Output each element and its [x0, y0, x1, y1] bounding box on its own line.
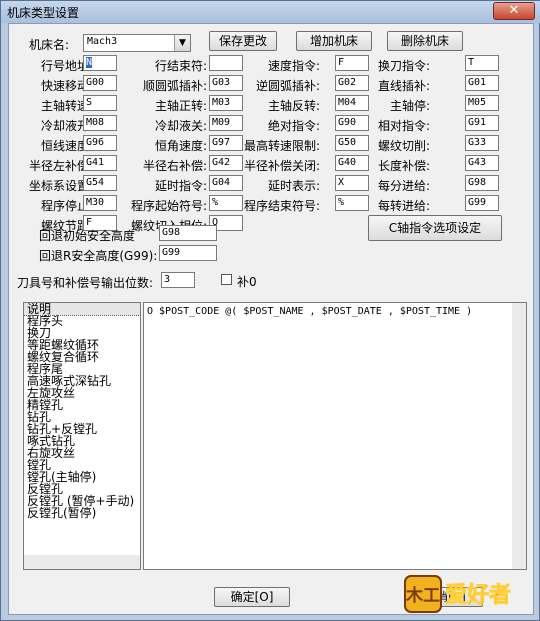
command-field[interactable]: G99	[465, 195, 499, 211]
delete-machine-button[interactable]: 删除机床	[387, 31, 463, 51]
forum-logo-graphic: 木工 爱好者	[404, 575, 511, 613]
return-initial-height-field[interactable]: G98	[159, 225, 217, 241]
command-field[interactable]: G42	[209, 155, 243, 171]
field-label: 行结束符:	[154, 59, 207, 73]
dialog-body: 机床名: Mach3 ▼ 保存更改 增加机床 删除机床 行号地址: N 行结束符: 速…	[8, 23, 534, 615]
tool-digits-label: 刀具号和补偿号输出位数:	[17, 276, 154, 290]
field-label: 速度指令:	[267, 59, 320, 73]
title-bar: 机床类型设置 ✕	[1, 1, 540, 23]
field-label: 长度补偿:	[377, 159, 430, 173]
return-r-height-field[interactable]: G99	[159, 245, 217, 261]
list-item[interactable]: 反镗孔(暂停)	[24, 507, 140, 519]
command-field[interactable]: S	[83, 95, 117, 111]
pad-zero-label: 补0	[237, 275, 257, 289]
command-field[interactable]: G01	[465, 75, 499, 91]
command-field[interactable]: G97	[209, 135, 243, 151]
command-field[interactable]: G43	[465, 155, 499, 171]
ok-button[interactable]: 确定[O]	[214, 587, 290, 607]
field-label: 直线插补:	[377, 79, 430, 93]
command-field[interactable]: %	[209, 195, 243, 211]
field-label: 主轴反转:	[267, 99, 320, 113]
command-field[interactable]: X	[335, 175, 369, 191]
chevron-down-icon[interactable]: ▼	[174, 35, 190, 51]
field-label: 主轴停:	[389, 99, 430, 113]
field-label: 延时表示:	[267, 179, 320, 193]
command-field[interactable]: G40	[335, 155, 369, 171]
logo-text: 爱好者	[445, 582, 511, 608]
return-r-height-label: 回退R安全高度(G99):	[39, 249, 158, 263]
return-initial-height-label: 回退初始安全高度	[39, 229, 136, 243]
save-changes-button[interactable]: 保存更改	[209, 31, 277, 51]
pad-zero-checkbox[interactable]	[221, 274, 232, 285]
field-label: 每分进给:	[377, 179, 430, 193]
command-field[interactable]: G02	[335, 75, 369, 91]
window-title: 机床类型设置	[7, 6, 80, 20]
horizontal-scrollbar[interactable]	[24, 555, 140, 569]
command-field[interactable]: G03	[209, 75, 243, 91]
field-label: 冷却液关:	[154, 119, 207, 133]
field-label: 换刀指令:	[377, 59, 430, 73]
command-field[interactable]: G50	[335, 135, 369, 151]
field-label: 顺圆弧插补:	[142, 79, 207, 93]
machine-name-select[interactable]: Mach3 ▼	[83, 34, 191, 52]
command-field[interactable]	[209, 55, 243, 71]
command-field[interactable]: M03	[209, 95, 243, 111]
field-label: 每转进给:	[377, 199, 430, 213]
command-field[interactable]: %	[335, 195, 369, 211]
machine-name-label: 机床名:	[29, 38, 70, 52]
close-button[interactable]: ✕	[493, 2, 535, 20]
section-list[interactable]: 说明 程序头 换刀 等距螺纹循环 螺纹复合循环 程序尾 高速啄式深钻孔 左旋攻丝 精镗孔 钻孔 钻孔…	[23, 302, 141, 570]
forum-logo: 木工 爱好者	[403, 568, 533, 618]
field-label: 程序结束符号:	[243, 199, 320, 213]
command-field[interactable]: M30	[83, 195, 117, 211]
command-field[interactable]: N	[83, 55, 117, 71]
dialog-window: 机床类型设置 ✕ 机床名: Mach3 ▼ 保存更改 增加机床 删除机床 行号地…	[0, 0, 540, 621]
command-field[interactable]: G04	[209, 175, 243, 191]
field-label: 程序起始符号:	[130, 199, 207, 213]
tool-digits-field[interactable]: 3	[161, 272, 195, 288]
editor-text: O $POST_CODE @( $POST_NAME , $POST_DATE …	[147, 306, 473, 317]
command-field[interactable]: G41	[83, 155, 117, 171]
field-label: 相对指令:	[377, 119, 430, 133]
command-field[interactable]: G33	[465, 135, 499, 151]
command-field[interactable]: F	[335, 55, 369, 71]
section-list-items: 说明 程序头 换刀 等距螺纹循环 螺纹复合循环 程序尾 高速啄式深钻孔 左旋攻丝 精镗孔 钻孔 钻孔…	[24, 303, 140, 519]
field-label: 螺纹切削:	[377, 139, 430, 153]
field-label: 延时指令:	[154, 179, 207, 193]
command-field[interactable]: G98	[465, 175, 499, 191]
field-label: 恒角速度:	[154, 139, 207, 153]
command-field[interactable]: G90	[335, 115, 369, 131]
field-label: 主轴正转:	[154, 99, 207, 113]
field-label: 逆圆弧插补:	[255, 79, 320, 93]
selected-text: N	[86, 57, 93, 68]
command-field[interactable]: T	[465, 55, 499, 71]
command-field[interactable]: M04	[335, 95, 369, 111]
command-field[interactable]: G00	[83, 75, 117, 91]
c-axis-options-button[interactable]: C轴指令选项设定	[368, 215, 502, 241]
command-field[interactable]: M08	[83, 115, 117, 131]
command-field[interactable]: M05	[465, 95, 499, 111]
add-machine-button[interactable]: 增加机床	[296, 31, 372, 51]
command-field[interactable]: G91	[465, 115, 499, 131]
field-label: 半径右补偿:	[142, 159, 207, 173]
command-field[interactable]: G96	[83, 135, 117, 151]
vertical-scrollbar[interactable]	[512, 303, 526, 569]
logo-glyph: 木工	[405, 585, 440, 606]
field-label: 半径补偿关闭:	[243, 159, 320, 173]
command-field[interactable]: M09	[209, 115, 243, 131]
command-field[interactable]: G54	[83, 175, 117, 191]
field-label: 绝对指令:	[267, 119, 320, 133]
field-label: 最高转速限制:	[243, 139, 320, 153]
code-editor[interactable]: O $POST_CODE @( $POST_NAME , $POST_DATE …	[143, 302, 527, 570]
machine-name-value: Mach3	[87, 36, 118, 47]
